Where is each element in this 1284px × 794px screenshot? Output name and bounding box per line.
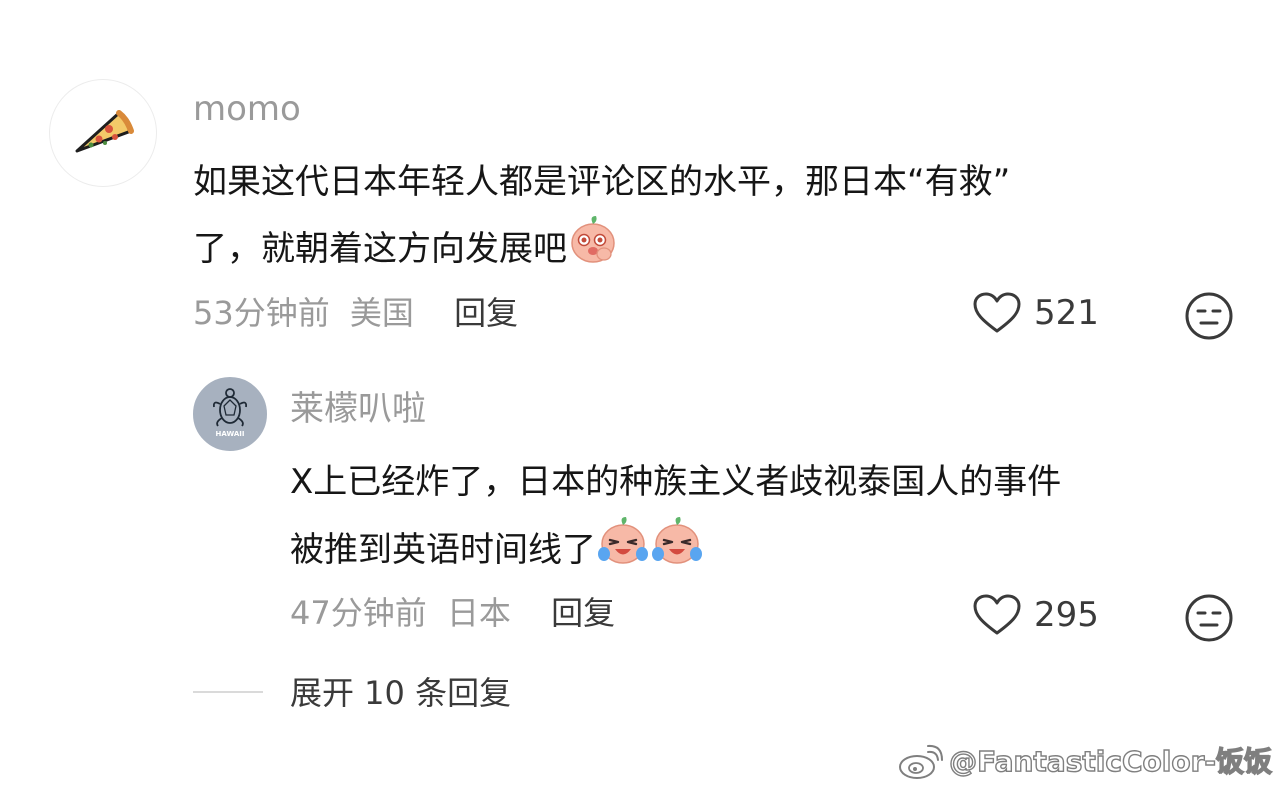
comment-text-line2: 了，就朝着这方向发展吧 <box>193 229 567 269</box>
reply-like-count: 295 <box>1034 595 1099 635</box>
watermark-text: @FantasticColor-饭饭 <box>948 744 1272 778</box>
peach-crying-emoji-icon <box>596 514 650 586</box>
comment-reply-button[interactable]: 回复 <box>454 294 518 332</box>
reply-text-line2: 被推到英语时间线了 <box>290 530 596 570</box>
dislike-face-icon[interactable] <box>1184 593 1234 643</box>
comment-username[interactable]: momo <box>193 89 301 129</box>
weibo-logo-icon <box>899 744 944 779</box>
dislike-face-icon[interactable] <box>1184 291 1234 341</box>
turtle-hawaii-icon: HAWAII <box>212 388 248 438</box>
comment-like-button[interactable]: 521 <box>972 291 1099 335</box>
reply-reply-button[interactable]: 回复 <box>551 594 615 632</box>
reply-text-line2-wrap: 被推到英语时间线了 <box>290 514 704 586</box>
pizza-slice-icon <box>75 110 134 153</box>
peach-blush-emoji-icon <box>567 213 619 285</box>
heart-icon <box>973 594 1021 635</box>
heart-icon <box>973 292 1021 333</box>
comment-text-line2-wrap: 了，就朝着这方向发展吧 <box>193 213 619 285</box>
expand-divider <box>193 691 263 693</box>
comment-location: 美国 <box>349 294 414 332</box>
expand-replies-button[interactable]: 展开 10 条回复 <box>290 673 511 713</box>
watermark: @FantasticColor-饭饭 <box>897 742 1273 782</box>
reply-time: 47分钟前 <box>290 594 427 632</box>
reply-username[interactable]: 莱檬叭啦 <box>290 389 426 429</box>
comment-time: 53分钟前 <box>193 294 330 332</box>
reply-meta: 47分钟前 日本 回复 <box>290 593 615 633</box>
peach-crying-emoji-icon <box>650 514 704 586</box>
comment-meta: 53分钟前 美国 回复 <box>193 293 518 333</box>
avatar[interactable] <box>49 79 157 187</box>
comment-like-count: 521 <box>1034 293 1099 333</box>
comment-text-line1: 如果这代日本年轻人都是评论区的水平，那日本“有救” <box>193 162 1011 202</box>
avatar-text: HAWAII <box>216 430 245 438</box>
reply-text-line1: X上已经炸了，日本的种族主义者歧视泰国人的事件 <box>290 462 1062 502</box>
reply-like-button[interactable]: 295 <box>972 593 1099 637</box>
reply-avatar[interactable]: HAWAII <box>193 377 267 451</box>
reply-location: 日本 <box>446 594 511 632</box>
